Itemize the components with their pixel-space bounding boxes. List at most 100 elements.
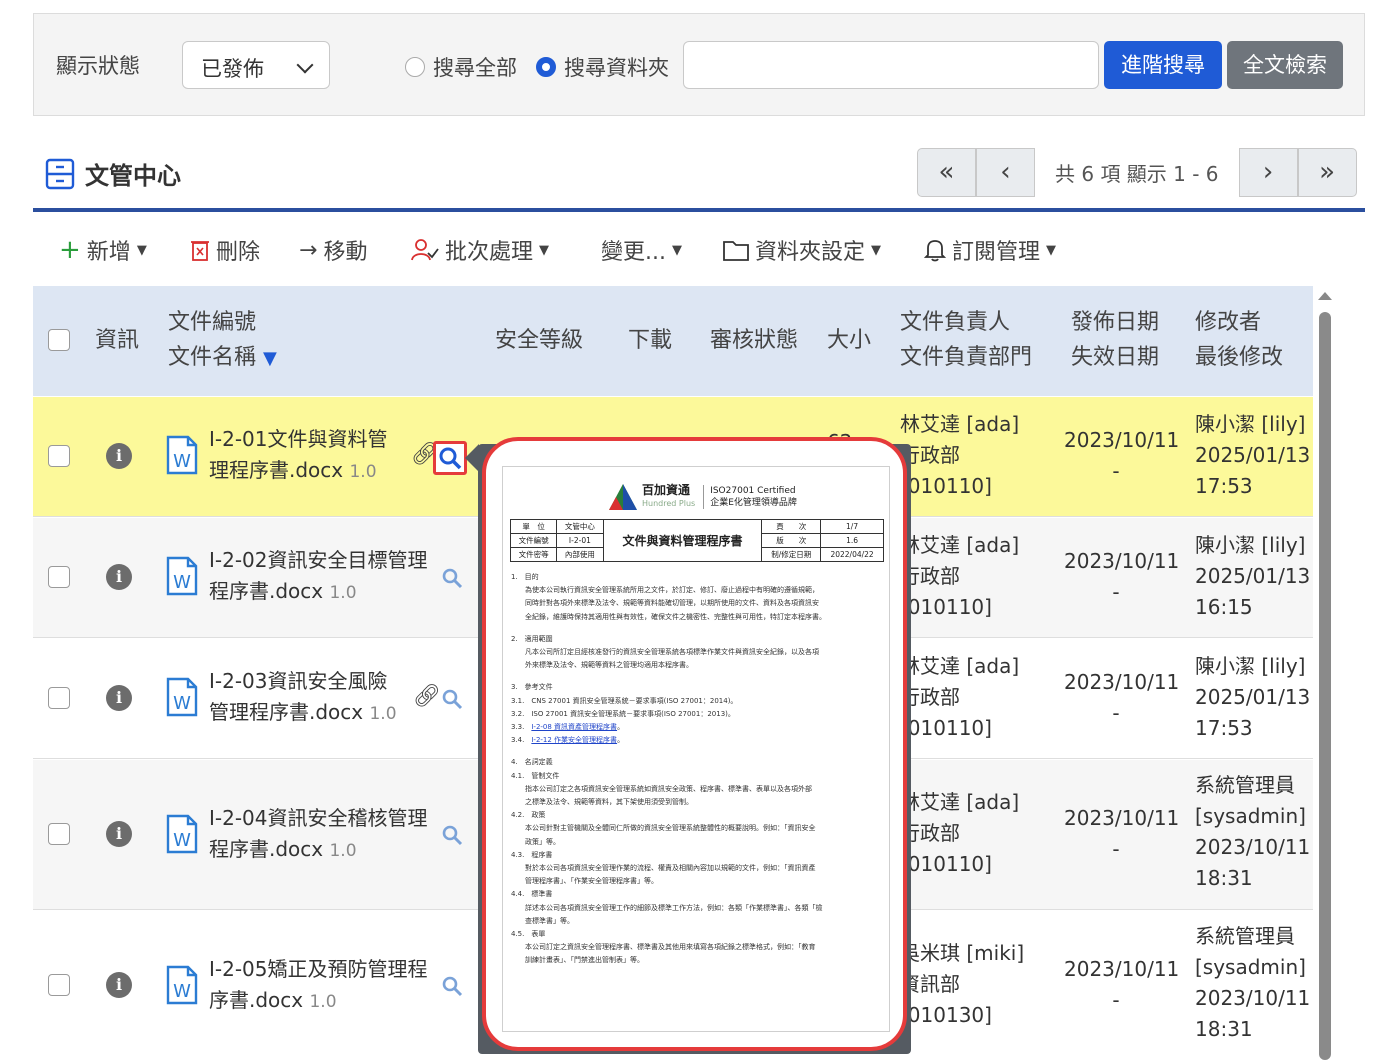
modifier-name: 陳小潔 [lily] (1195, 533, 1306, 557)
info-icon[interactable]: i (106, 685, 132, 711)
scroll-up-arrow-icon[interactable] (1318, 292, 1332, 300)
row-checkbox[interactable] (48, 974, 70, 996)
publish-date: 2023/10/11 (1064, 549, 1180, 573)
prev-page-button[interactable]: ‹ (976, 148, 1035, 197)
info-icon[interactable]: i (106, 443, 132, 469)
col-security[interactable]: 安全等級 (495, 324, 583, 358)
row-checkbox[interactable] (48, 445, 70, 467)
doc-body-line (511, 747, 883, 756)
doc-body-line: 4.4. 標準書 (511, 890, 553, 899)
folder-settings-label: 資料夾設定 (755, 240, 866, 265)
folder-settings-button[interactable]: 資料夾設定 ▼ (723, 234, 881, 266)
bell-icon (924, 240, 946, 262)
word-doc-icon: W (166, 556, 198, 596)
svg-text:W: W (173, 572, 191, 593)
col-owner-dept[interactable]: 文件負責部門 (900, 341, 1032, 375)
col-expire[interactable]: 失效日期 (1071, 341, 1159, 375)
col-size[interactable]: 大小 (827, 324, 871, 358)
select-all-checkbox[interactable] (48, 329, 70, 351)
col-owner[interactable]: 文件負責人 (900, 306, 1010, 340)
info-icon[interactable]: i (106, 564, 132, 590)
magnifier-icon[interactable] (441, 688, 463, 710)
owner-dept-no: [010110] (900, 474, 992, 498)
doc-name-line1: I-2-01文件與資料管 (209, 427, 388, 451)
docno-label: 文件編號 (509, 533, 558, 548)
page-value: 1/7 (820, 519, 884, 534)
search-input[interactable] (683, 41, 1099, 89)
add-button[interactable]: + 新增 ▼ (59, 234, 147, 266)
date-cell: 2023/10/11 - (1064, 803, 1179, 865)
doc-body-line: 3.1. CNS 27001 資訊安全管理系統－要求事項(ISO 27001：2… (511, 696, 738, 705)
doc-body-line: 4. 名詞定義 (511, 758, 553, 767)
row-checkbox[interactable] (48, 823, 70, 845)
arrow-right-icon: → (299, 237, 318, 263)
col-review[interactable]: 審核狀態 (710, 324, 798, 358)
doc-body-line: 本公司訂定之資訊安全管理程序書、標準書及其他用來填寫各項紀錄之標準格式，例如：「… (525, 943, 816, 952)
info-icon[interactable]: i (106, 972, 132, 998)
magnifier-icon[interactable] (441, 824, 463, 846)
doc-name-line1: I-2-04資訊安全稽核管理 (209, 806, 428, 830)
col-publish[interactable]: 發佈日期 (1071, 306, 1159, 340)
row-checkbox[interactable] (48, 566, 70, 588)
advanced-search-button[interactable]: 進階搜尋 (1104, 41, 1222, 89)
modifier-cell: 陳小潔 [lily] 2025/01/13 17:53 (1195, 651, 1310, 744)
toolbar: + 新增 ▼ 刪除 → 移動 批次處理 ▼ 變更... ▼ 資料夾設定 ▼ 訂閱… (33, 212, 1365, 285)
company-logo: 百加資通 Hundred Plus ISO27001 Certified 企業E化管… (608, 483, 797, 511)
date-cell: 2023/10/11 - (1064, 546, 1180, 608)
doc-name[interactable]: I-2-05矯正及預防管理程 序書.docx 1.0 (209, 954, 439, 1018)
svg-text:W: W (173, 981, 191, 1002)
link-icon[interactable]: 🔗︎ (413, 684, 441, 709)
info-icon[interactable]: i (106, 821, 132, 847)
last-page-button[interactable]: » (1297, 148, 1357, 197)
radio-search-all[interactable]: 搜尋全部 (405, 52, 517, 82)
col-modifier[interactable]: 修改者 (1195, 306, 1261, 340)
modified-date: 2025/01/13 (1195, 443, 1311, 467)
doc-version: 1.0 (349, 462, 377, 482)
brand-name: 百加資通 (642, 483, 691, 497)
scrollbar-thumb[interactable] (1319, 312, 1331, 1060)
next-page-button[interactable]: › (1238, 148, 1298, 197)
doc-reference-link[interactable]: I-2-08 資訊資產管理程序書 (531, 723, 617, 731)
doc-body-line: 對於本公司各項資訊安全管理作業的流程、權責及相關內容加以規範的文件，例如：「資訊… (525, 864, 816, 873)
doc-body-line: 外來標準及法令、規範等資料之管理均適用本程序書。 (525, 661, 693, 670)
doc-body-line: 3.3. I-2-08 資訊資產管理程序書。 (511, 723, 625, 732)
fulltext-search-button[interactable]: 全文檢索 (1227, 41, 1343, 89)
doc-name[interactable]: I-2-04資訊安全稽核管理 程序書.docx 1.0 (209, 803, 439, 867)
owner-name: 林艾達 [ada] (900, 412, 1020, 436)
owner-dept-no: [010110] (900, 852, 992, 876)
col-info: 資訊 (95, 328, 140, 353)
move-button[interactable]: → 移動 (299, 234, 367, 266)
modified-time: 16:15 (1195, 595, 1253, 619)
expire-date: - (1112, 459, 1120, 483)
page-title: 文管中心 (85, 162, 181, 190)
preview-search-button[interactable] (433, 441, 467, 475)
batch-button[interactable]: 批次處理 ▼ (411, 234, 549, 266)
doc-reference-link[interactable]: I-2-12 作業安全管理程序書 (531, 736, 617, 744)
magnifier-icon[interactable] (441, 567, 463, 589)
word-doc-icon: W (166, 814, 198, 854)
col-last-modified[interactable]: 最後修改 (1195, 341, 1283, 375)
radio-search-folder[interactable]: 搜尋資料夾 (536, 52, 669, 82)
magnifier-icon[interactable] (441, 975, 463, 997)
doc-name[interactable]: I-2-01文件與資料管 理程序書.docx 1.0 (209, 424, 439, 488)
pagination: « ‹ 共 6 項 顯示 1 - 6 › » (917, 148, 1357, 197)
subscribe-button[interactable]: 訂閱管理 ▼ (924, 234, 1056, 266)
owner-name: 林艾達 [ada] (900, 790, 1020, 814)
row-checkbox[interactable] (48, 687, 70, 709)
col-docname[interactable]: 文件名稱 ▼ (168, 341, 277, 376)
doc-body-line: 3. 參考文件 (511, 683, 553, 692)
modifier-name: 系統管理員 (1195, 924, 1295, 948)
expire-date: - (1112, 837, 1120, 861)
change-button[interactable]: 變更... ▼ (601, 234, 682, 266)
delete-button[interactable]: 刪除 (190, 234, 260, 266)
version-label: 版 次 (761, 533, 822, 548)
svg-text:W: W (173, 830, 191, 851)
doc-name[interactable]: I-2-03資訊安全風險 管理程序書.docx 1.0 (209, 666, 439, 730)
col-docno[interactable]: 文件編號 (168, 306, 256, 340)
status-select[interactable]: 已發佈 (182, 41, 330, 89)
modified-date: 2025/01/13 (1195, 685, 1311, 709)
doc-name[interactable]: I-2-02資訊安全目標管理 程序書.docx 1.0 (209, 545, 439, 609)
first-page-button[interactable]: « (917, 148, 976, 197)
user-check-icon (411, 239, 439, 261)
doc-name-line2: 管理程序書.docx (209, 700, 364, 724)
